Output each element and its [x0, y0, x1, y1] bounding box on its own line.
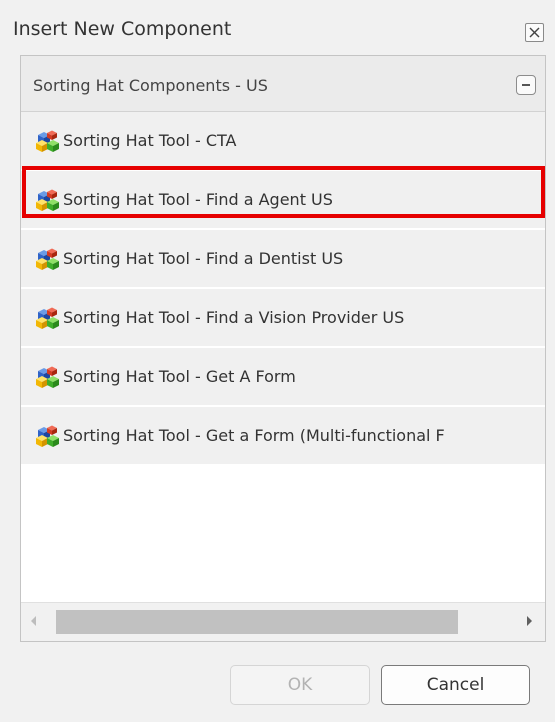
list-item-label: Sorting Hat Tool - Get A Form — [63, 367, 296, 386]
scrollbar-thumb[interactable] — [56, 610, 458, 634]
list-item-label: Sorting Hat Tool - CTA — [63, 131, 237, 150]
list-item[interactable]: Sorting Hat Tool - Find a Dentist US — [21, 230, 545, 289]
component-blocks-icon — [35, 306, 61, 330]
component-list[interactable]: Sorting Hat Tool - CTA Sorting Hat Tool … — [21, 112, 545, 602]
list-item-selected[interactable]: Sorting Hat Tool - Find a Agent US — [21, 171, 545, 230]
component-blocks-icon — [35, 247, 61, 271]
panel-header[interactable]: Sorting Hat Components - US — [21, 56, 545, 112]
list-item-label: Sorting Hat Tool - Find a Agent US — [63, 190, 333, 209]
arrow-right-icon[interactable] — [527, 616, 532, 626]
close-button[interactable] — [525, 23, 544, 42]
close-icon — [529, 27, 540, 38]
list-item[interactable]: Sorting Hat Tool - CTA — [21, 112, 545, 171]
ok-button[interactable]: OK — [230, 665, 370, 705]
list-item[interactable]: Sorting Hat Tool - Get a Form (Multi-fun… — [21, 407, 545, 466]
component-blocks-icon — [35, 188, 61, 212]
arrow-left-icon[interactable] — [31, 616, 36, 626]
group-title: Sorting Hat Components - US — [33, 76, 268, 95]
dialog-title-bar: Insert New Component — [0, 0, 555, 55]
list-item[interactable]: Sorting Hat Tool - Find a Vision Provide… — [21, 289, 545, 348]
horizontal-scrollbar[interactable] — [21, 602, 545, 641]
component-blocks-icon — [35, 129, 61, 153]
list-item-label: Sorting Hat Tool - Find a Vision Provide… — [63, 308, 405, 327]
list-item[interactable]: Sorting Hat Tool - Get A Form — [21, 348, 545, 407]
dialog-title: Insert New Component — [13, 18, 232, 40]
insert-component-dialog: Insert New Component Sorting Hat Compone… — [0, 0, 555, 722]
list-item-label: Sorting Hat Tool - Find a Dentist US — [63, 249, 344, 268]
component-blocks-icon — [35, 365, 61, 389]
component-blocks-icon — [35, 424, 61, 448]
components-panel: Sorting Hat Components - US Sorting Hat … — [20, 55, 546, 642]
collapse-button[interactable] — [516, 75, 536, 95]
cancel-button[interactable]: Cancel — [381, 665, 530, 705]
list-item-label: Sorting Hat Tool - Get a Form (Multi-fun… — [63, 426, 445, 445]
